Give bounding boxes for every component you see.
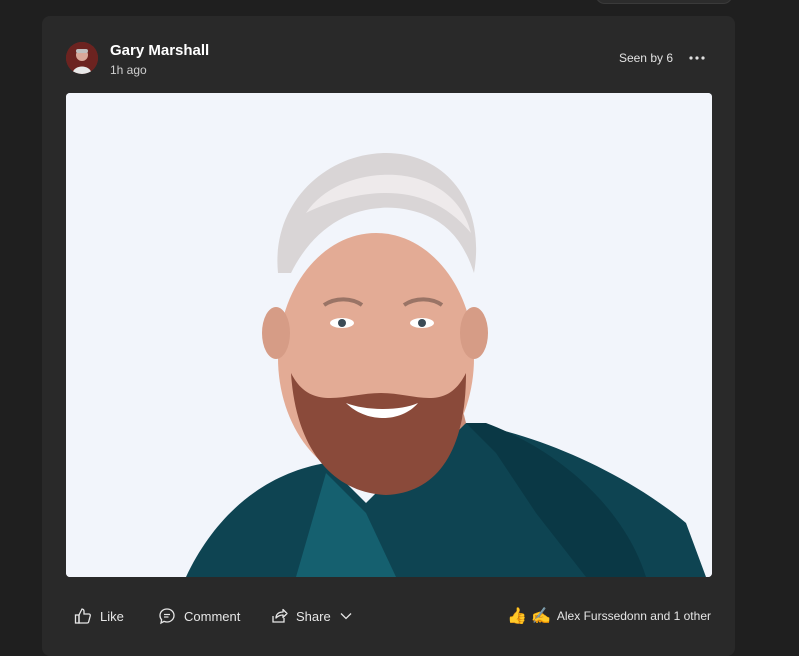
thumbs-up-emoji: 👍 xyxy=(507,608,527,625)
share-button[interactable]: Share xyxy=(270,600,353,632)
share-label: Share xyxy=(296,608,331,624)
comment-button[interactable]: Comment xyxy=(158,600,240,632)
avatar[interactable] xyxy=(66,42,98,74)
post-actions-bar: Like Comment Share 👍 ✍ Alex Furssedonn a… xyxy=(66,600,711,632)
avatar-image xyxy=(66,42,98,74)
comment-icon xyxy=(159,608,175,625)
like-button[interactable]: Like xyxy=(74,600,124,632)
more-icon xyxy=(689,56,705,60)
thumbs-up-icon xyxy=(74,608,91,624)
share-icon xyxy=(272,608,288,623)
more-options-button[interactable] xyxy=(683,44,711,72)
reactions-summary[interactable]: 👍 ✍ Alex Furssedonn and 1 other xyxy=(507,600,711,632)
portrait-illustration xyxy=(66,93,712,577)
post-header: Gary Marshall 1h ago Seen by 6 xyxy=(66,40,711,80)
writing-hand-emoji: ✍ xyxy=(530,608,551,625)
like-label: Like xyxy=(100,608,124,624)
post-photo[interactable] xyxy=(66,93,712,577)
comment-label: Comment xyxy=(184,608,241,624)
post-card: Gary Marshall 1h ago Seen by 6 Like Comm… xyxy=(42,16,735,656)
post-timestamp[interactable]: 1h ago xyxy=(110,63,147,77)
chevron-down-icon xyxy=(340,613,352,620)
seen-by-count[interactable]: Seen by 6 xyxy=(619,51,673,65)
top-search-pill[interactable] xyxy=(595,0,733,4)
author-name[interactable]: Gary Marshall xyxy=(110,42,209,59)
reactions-text: Alex Furssedonn and 1 other xyxy=(556,609,711,623)
